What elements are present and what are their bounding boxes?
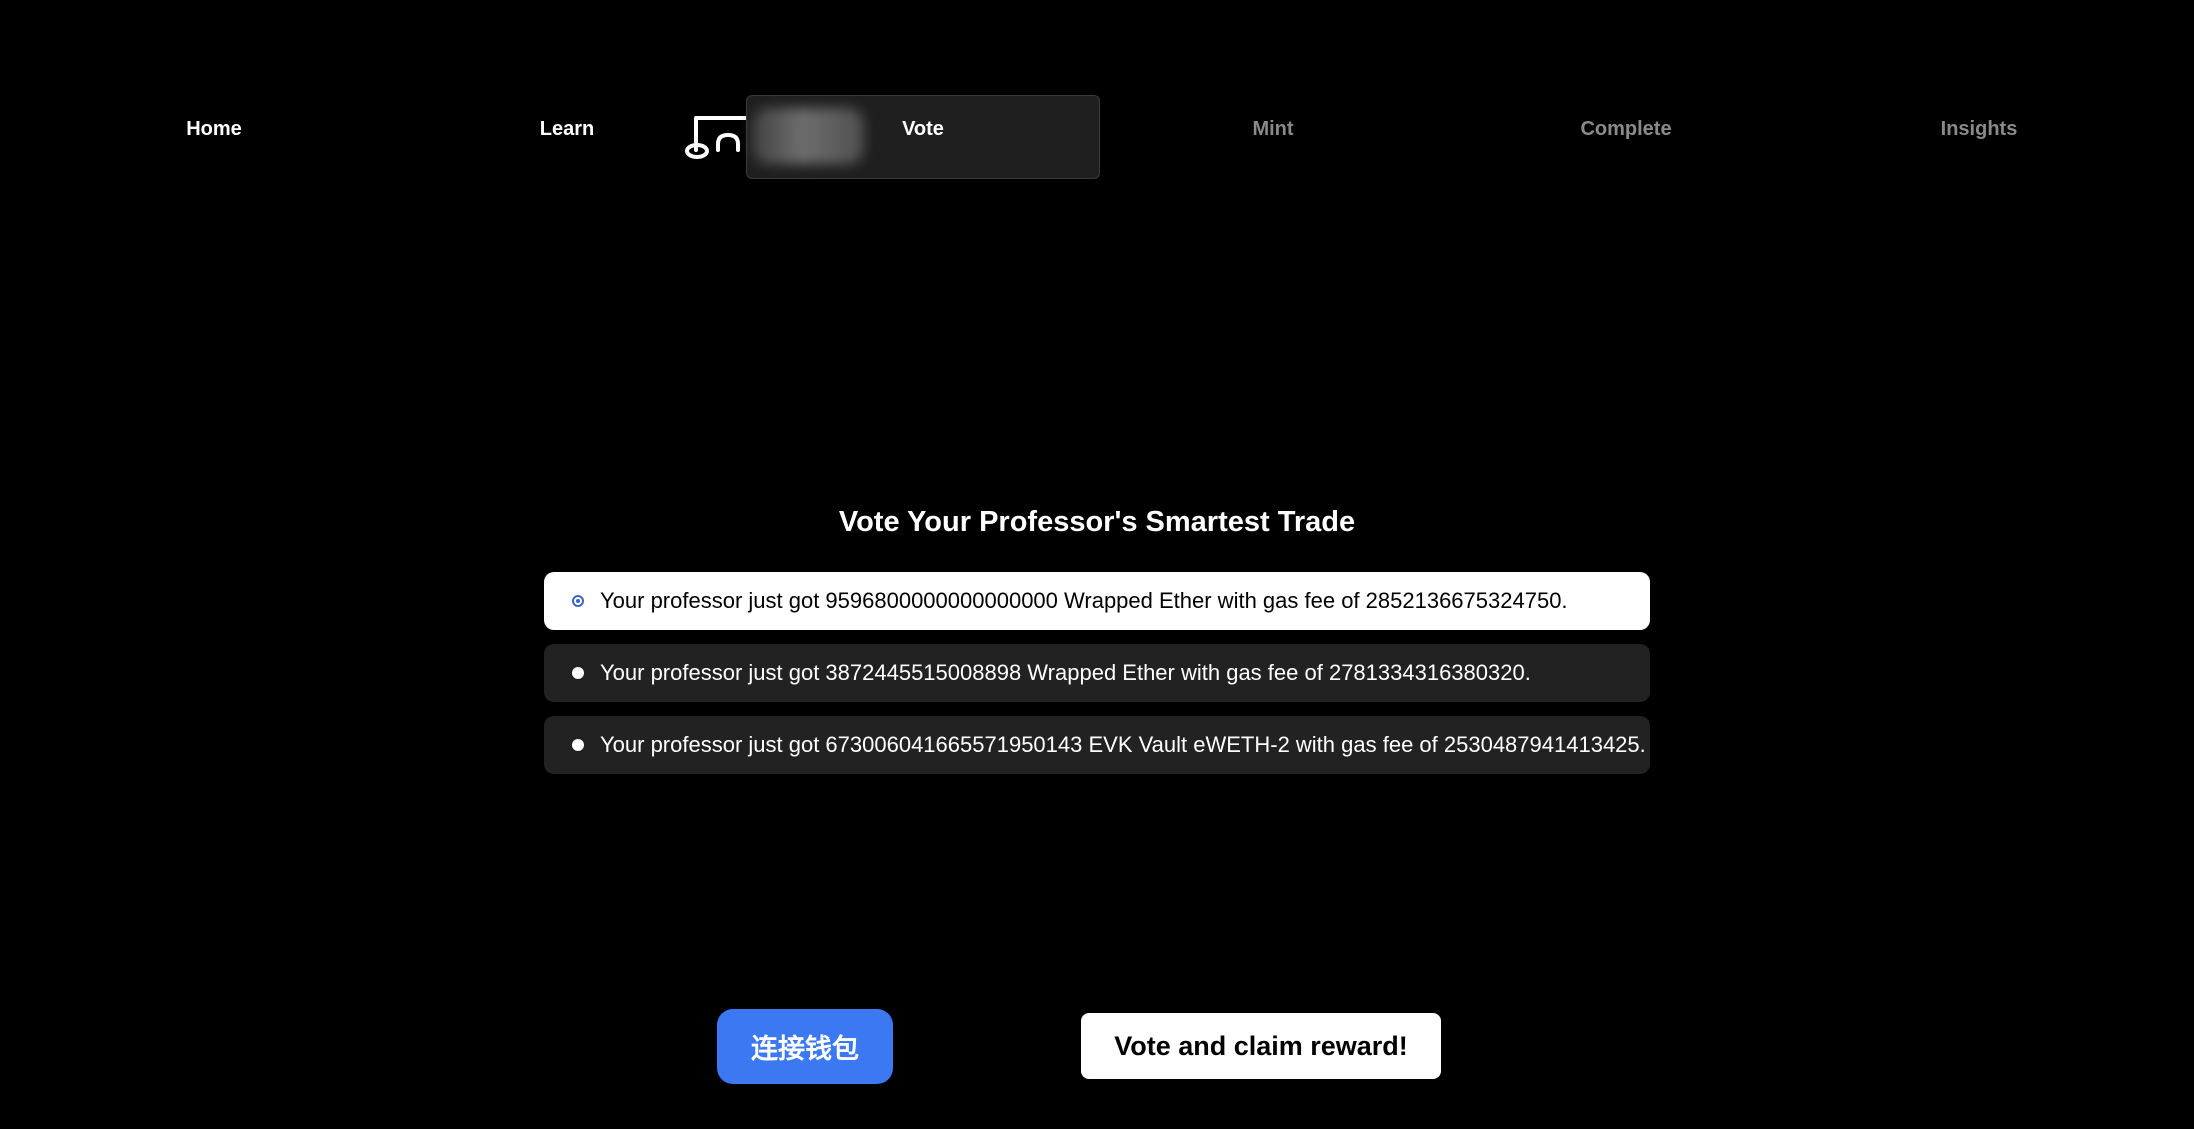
- vote-option-1[interactable]: Your professor just got 9596800000000000…: [544, 572, 1650, 630]
- nav-item-home[interactable]: Home: [37, 95, 391, 179]
- nav-item-label: Insights: [1940, 117, 2018, 140]
- top-nav: Home Learn Vote Mint Complete Insights: [0, 0, 2194, 200]
- vote-option-text: Your professor just got 3872445515008898…: [600, 660, 1531, 685]
- radio-icon[interactable]: [572, 739, 584, 751]
- radio-icon[interactable]: [572, 667, 584, 679]
- vote-claim-button[interactable]: Vote and claim reward!: [1081, 1013, 1441, 1079]
- nav-item-complete[interactable]: Complete: [1449, 95, 1803, 179]
- vote-option-3[interactable]: Your professor just got 6730060416655719…: [544, 716, 1650, 774]
- vote-option-2[interactable]: Your professor just got 3872445515008898…: [544, 644, 1650, 702]
- nav-item-label: Mint: [1252, 117, 1294, 140]
- radio-selected-icon[interactable]: [572, 595, 584, 607]
- page-title: Vote Your Professor's Smartest Trade: [838, 506, 1356, 538]
- nav-item-insights[interactable]: Insights: [1802, 95, 2156, 179]
- nav-item-label: Home: [186, 117, 242, 140]
- nav-item-label: Complete: [1580, 117, 1672, 140]
- connect-wallet-button[interactable]: 连接钱包: [717, 1009, 893, 1084]
- nav-item-mint[interactable]: Mint: [1096, 95, 1450, 179]
- nav-item-label: Vote: [902, 117, 944, 140]
- blurred-logo-text: [752, 108, 864, 164]
- vote-options: Your professor just got 9596800000000000…: [544, 572, 1650, 788]
- vote-option-text: Your professor just got 6730060416655719…: [600, 732, 1646, 757]
- vote-option-text: Your professor just got 9596800000000000…: [600, 588, 1568, 613]
- nav-item-label: Learn: [539, 117, 595, 140]
- vote-page: Home Learn Vote Mint Complete Insights V…: [0, 0, 2194, 1129]
